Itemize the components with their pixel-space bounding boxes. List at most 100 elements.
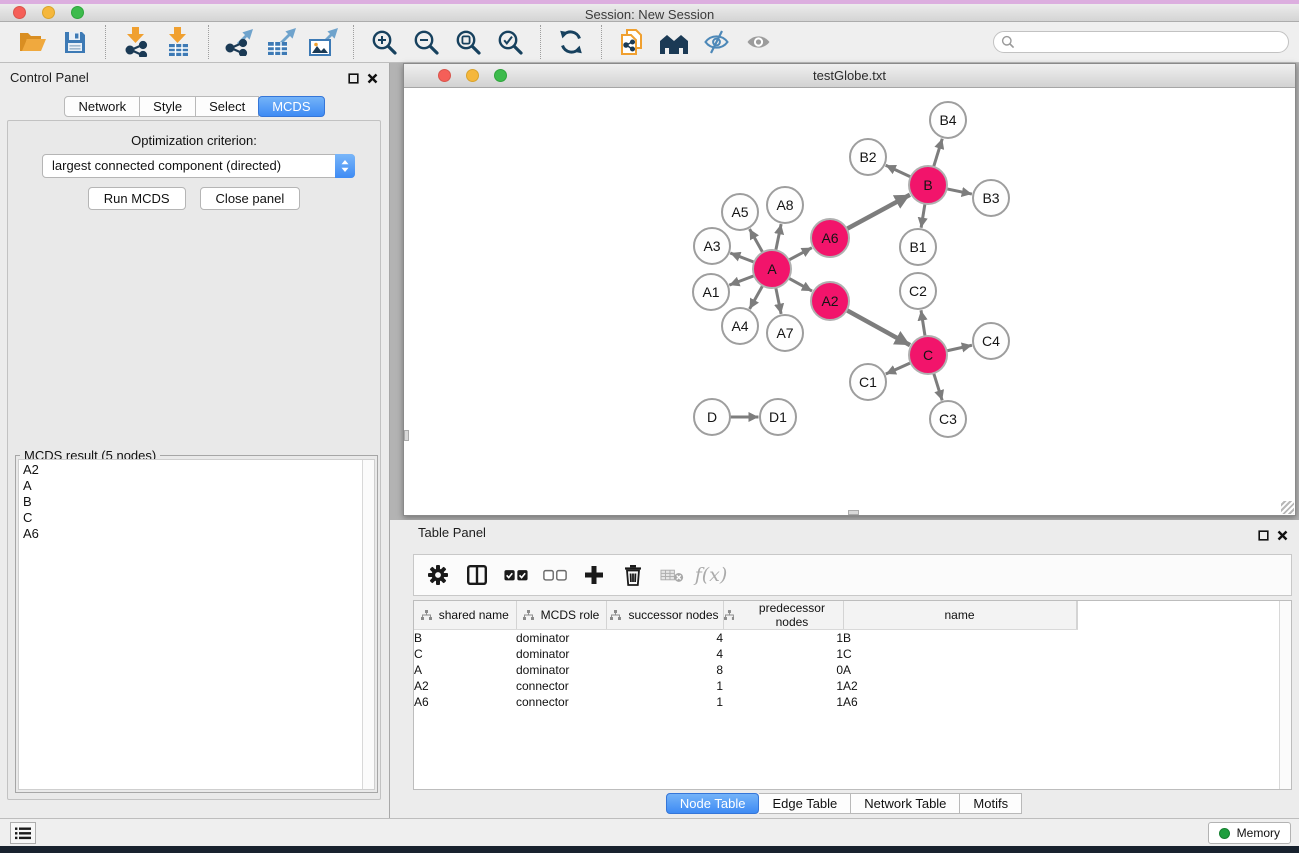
mcds-result-item[interactable]: B <box>23 494 374 510</box>
table-tab-edge-table[interactable]: Edge Table <box>759 793 851 814</box>
cell-predecessor-nodes[interactable]: 1 <box>723 646 843 662</box>
cell-name[interactable]: A2 <box>843 678 1076 694</box>
zoom-selected-button[interactable] <box>489 24 531 60</box>
zoom-out-button[interactable] <box>405 24 447 60</box>
export-network-button[interactable] <box>218 24 260 60</box>
show-graphics-details-button[interactable] <box>737 24 779 60</box>
table-settings-button[interactable] <box>426 561 450 589</box>
open-session-button[interactable] <box>12 24 54 60</box>
import-network-button[interactable] <box>115 24 157 60</box>
zoom-in-button[interactable] <box>363 24 405 60</box>
deselect-all-button[interactable] <box>543 561 567 589</box>
search-input[interactable] <box>993 31 1289 53</box>
control-tab-network[interactable]: Network <box>64 96 140 117</box>
copy-views-button[interactable] <box>611 24 653 60</box>
table-tab-network-table[interactable]: Network Table <box>851 793 960 814</box>
graph-node-C[interactable]: C <box>909 336 947 374</box>
node-table-row[interactable]: A2connector11A2 <box>414 678 1077 694</box>
window-resize-grip-corner[interactable] <box>1281 501 1294 514</box>
cell-shared-name[interactable]: C <box>414 646 516 662</box>
home-button[interactable] <box>653 24 695 60</box>
function-builder-button-disabled[interactable]: f(x) <box>699 561 723 589</box>
cell-name[interactable]: A6 <box>843 694 1076 710</box>
column-header-mcds-role[interactable]: MCDS role <box>516 601 606 630</box>
cell-successor-nodes[interactable]: 4 <box>606 646 723 662</box>
zoom-fit-button[interactable] <box>447 24 489 60</box>
close-table-panel-button[interactable] <box>1277 528 1288 546</box>
cell-name[interactable]: B <box>843 630 1076 646</box>
node-table-row[interactable]: Cdominator41C <box>414 646 1077 662</box>
create-column-button[interactable] <box>582 561 606 589</box>
control-tab-select[interactable]: Select <box>196 96 259 117</box>
select-all-button[interactable] <box>504 561 528 589</box>
graph-node-A1[interactable]: A1 <box>693 274 729 310</box>
network-graph[interactable]: AA1A2A3A4A5A6A7A8BB1B2B3B4CC1C2C3C4DD1 <box>404 88 1295 515</box>
control-tab-style[interactable]: Style <box>140 96 196 117</box>
node-table[interactable]: shared nameMCDS rolesuccessor nodesprede… <box>413 600 1292 790</box>
graph-node-C3[interactable]: C3 <box>930 401 966 437</box>
graph-node-B1[interactable]: B1 <box>900 229 936 265</box>
window-resize-grip-bottom[interactable] <box>848 510 859 515</box>
cell-predecessor-nodes[interactable]: 1 <box>723 694 843 710</box>
network-window-titlebar[interactable]: testGlobe.txt <box>404 64 1295 88</box>
graph-node-A6[interactable]: A6 <box>811 219 849 257</box>
mcds-result-item[interactable]: A2 <box>23 462 374 478</box>
graph-node-C4[interactable]: C4 <box>973 323 1009 359</box>
control-tab-mcds[interactable]: MCDS <box>258 96 324 117</box>
save-session-button[interactable] <box>54 24 96 60</box>
cell-successor-nodes[interactable]: 8 <box>606 662 723 678</box>
export-table-button[interactable] <box>260 24 302 60</box>
table-tab-motifs[interactable]: Motifs <box>960 793 1022 814</box>
float-panel-button[interactable] <box>348 71 359 89</box>
node-table-row[interactable]: A6connector11A6 <box>414 694 1077 710</box>
table-scrollbar-track[interactable] <box>1279 601 1291 789</box>
column-header-predecessor-nodes[interactable]: predecessor nodes <box>723 601 843 630</box>
cell-shared-name[interactable]: A2 <box>414 678 516 694</box>
node-table-row[interactable]: Bdominator41B <box>414 630 1077 646</box>
cell-name[interactable]: A <box>843 662 1076 678</box>
graph-node-B2[interactable]: B2 <box>850 139 886 175</box>
node-table-row[interactable]: Adominator80A <box>414 662 1077 678</box>
task-history-button[interactable] <box>10 822 36 844</box>
cell-shared-name[interactable]: A <box>414 662 516 678</box>
graph-node-D1[interactable]: D1 <box>760 399 796 435</box>
cell-mcds-role[interactable]: dominator <box>516 646 606 662</box>
float-table-panel-button[interactable] <box>1258 528 1269 546</box>
run-mcds-button[interactable]: Run MCDS <box>88 187 186 210</box>
cell-successor-nodes[interactable]: 4 <box>606 630 723 646</box>
mcds-result-listbox[interactable]: A2ABCA6 <box>18 459 375 790</box>
graph-node-A7[interactable]: A7 <box>767 315 803 351</box>
graph-node-A[interactable]: A <box>753 250 791 288</box>
mcds-result-item[interactable]: C <box>23 510 374 526</box>
import-table-button[interactable] <box>157 24 199 60</box>
cell-successor-nodes[interactable]: 1 <box>606 694 723 710</box>
column-header-shared-name[interactable]: shared name <box>414 601 516 630</box>
result-scrollbar-track[interactable] <box>362 460 374 789</box>
mcds-result-item[interactable]: A6 <box>23 526 374 542</box>
refresh-button[interactable] <box>550 24 592 60</box>
cell-predecessor-nodes[interactable]: 0 <box>723 662 843 678</box>
graph-node-B3[interactable]: B3 <box>973 180 1009 216</box>
graph-node-B4[interactable]: B4 <box>930 102 966 138</box>
hide-graphics-details-button[interactable] <box>695 24 737 60</box>
cell-shared-name[interactable]: A6 <box>414 694 516 710</box>
cell-predecessor-nodes[interactable]: 1 <box>723 678 843 694</box>
network-canvas[interactable]: AA1A2A3A4A5A6A7A8BB1B2B3B4CC1C2C3C4DD1 <box>404 88 1295 515</box>
cell-mcds-role[interactable]: dominator <box>516 630 606 646</box>
cell-mcds-role[interactable]: dominator <box>516 662 606 678</box>
cell-shared-name[interactable]: B <box>414 630 516 646</box>
delete-column-button[interactable] <box>621 561 645 589</box>
close-panel-button[interactable] <box>367 71 378 89</box>
optimization-criterion-select[interactable]: largest connected component (directed) <box>42 154 355 178</box>
window-resize-grip-left[interactable] <box>404 430 409 441</box>
graph-node-A4[interactable]: A4 <box>722 308 758 344</box>
table-tab-node-table[interactable]: Node Table <box>666 793 760 814</box>
graph-node-C1[interactable]: C1 <box>850 364 886 400</box>
show-column-button[interactable] <box>465 561 489 589</box>
cell-successor-nodes[interactable]: 1 <box>606 678 723 694</box>
cell-mcds-role[interactable]: connector <box>516 694 606 710</box>
mcds-result-item[interactable]: A <box>23 478 374 494</box>
graph-node-A5[interactable]: A5 <box>722 194 758 230</box>
cell-predecessor-nodes[interactable]: 1 <box>723 630 843 646</box>
graph-node-A3[interactable]: A3 <box>694 228 730 264</box>
